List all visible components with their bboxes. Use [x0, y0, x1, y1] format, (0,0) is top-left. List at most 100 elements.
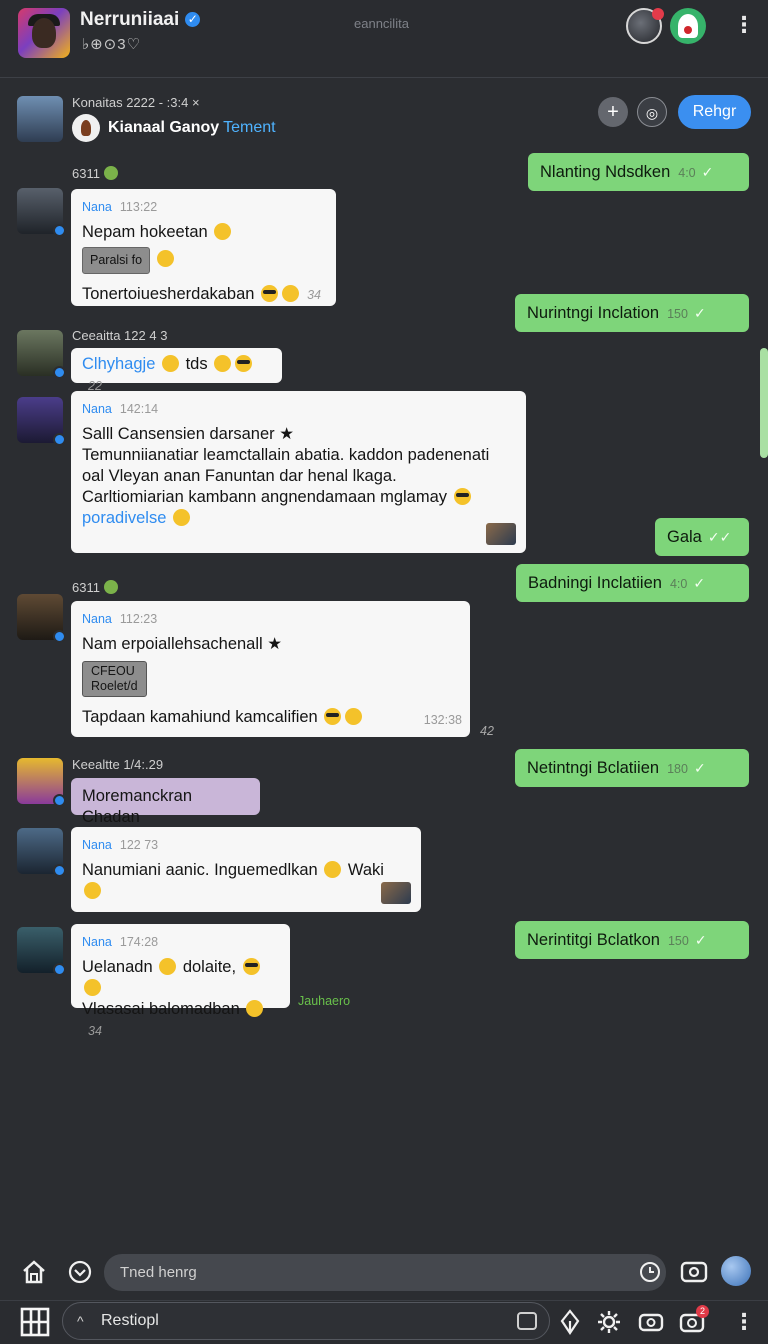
message-time: 112:23 — [119, 612, 158, 626]
message-input[interactable]: Tned henrg — [104, 1254, 666, 1291]
outgoing-text: Netintngi Bclatiien — [527, 759, 660, 777]
message-text: Carltiomiarian kambann angnendamaan mgla… — [82, 488, 448, 506]
outgoing-time: 150 — [667, 307, 688, 321]
tag-line: CFEOU — [91, 664, 135, 678]
date-label: 6311 — [72, 580, 118, 595]
reply-button[interactable]: Rehgr — [678, 95, 751, 129]
verified-icon: ✓ — [185, 12, 201, 27]
grid-icon[interactable] — [18, 1305, 52, 1339]
notification-icon[interactable]: 2 — [677, 1305, 709, 1337]
sender-name[interactable]: Keealtte — [72, 757, 120, 772]
search-input[interactable]: ^ Restiopl — [62, 1302, 550, 1340]
message-time: 1/4:.29 — [123, 757, 164, 772]
sender-avatar[interactable] — [17, 828, 66, 877]
incoming-message[interactable]: Nana 113:22 Nepam hokeetan Paralsi fo Ton… — [71, 189, 336, 306]
message-link[interactable]: Clhyhagje — [82, 355, 155, 373]
globe-icon[interactable] — [721, 1256, 751, 1286]
emoji-icon — [324, 708, 342, 725]
member-avatar[interactable] — [626, 8, 664, 44]
video-icon[interactable] — [636, 1307, 666, 1337]
outgoing-message[interactable]: Nlanting Ndsdken 4:0 ✓ — [528, 153, 749, 191]
sender-name[interactable]: Nana — [82, 838, 112, 852]
message-text: dolaite, — [182, 958, 237, 976]
leaf-icon — [103, 166, 118, 180]
outgoing-message[interactable]: Nurintngi Inclation 150 ✓ — [515, 294, 749, 332]
message-link[interactable]: poradivelse — [82, 509, 166, 527]
group-name-accent: Tement — [223, 119, 276, 136]
message-title: Salll Cansensien darsaner ★ — [82, 425, 294, 443]
message-text: Tonertoiuesherdakaban — [82, 285, 255, 303]
message-time: 122 73 — [119, 838, 159, 852]
outgoing-text: Gala — [667, 528, 702, 546]
member-avatar-ghost[interactable] — [670, 8, 706, 44]
sender-name[interactable]: Nana — [82, 200, 112, 214]
camera-icon[interactable]: ◎ — [637, 97, 667, 127]
message-text: Nepam hokeetan — [82, 223, 208, 241]
check-icon: ✓ — [693, 305, 706, 321]
plus-icon[interactable]: + — [598, 97, 628, 127]
sender-row: Ceeaitta 122 4 3 — [72, 328, 167, 343]
message-tag[interactable]: CFEOU Roelet/d — [82, 661, 147, 697]
pin-icon[interactable] — [556, 1307, 584, 1337]
emoji-icon — [282, 285, 300, 302]
message-stamp: 132:38 — [423, 713, 462, 727]
chat-title-text: Nerruniiaai — [80, 9, 180, 30]
message-text: Waki — [347, 861, 384, 879]
scrollbar[interactable] — [760, 348, 768, 458]
sticker-icon[interactable] — [517, 1312, 537, 1330]
emoji-icon — [161, 355, 179, 372]
sender-name[interactable]: Nana — [82, 402, 112, 416]
photo-icon[interactable] — [678, 1256, 710, 1288]
incoming-message[interactable]: Nana 174:28 Uelanadn dolaite, Vlasasai ba… — [71, 924, 290, 1038]
sender-avatar[interactable] — [17, 330, 66, 379]
settings-icon[interactable] — [594, 1307, 624, 1337]
incoming-message[interactable]: Nana 112:23 Nam erpoiallehsachenall ★ CFE… — [71, 601, 470, 737]
message-text: tds — [185, 355, 208, 373]
message-title: Nam erpoiallehsachenall ★ — [82, 635, 283, 653]
incoming-message[interactable]: Moremanckran Chadan — [71, 778, 260, 826]
date-text: 6311 — [72, 166, 100, 181]
attachment-thumbnail[interactable] — [381, 882, 411, 904]
notification-badge: 2 — [696, 1305, 709, 1318]
sender-name[interactable]: Nana — [82, 612, 112, 626]
message-time: 174:28 — [119, 935, 159, 949]
message-text: Temunniianatiar leamctallain abatia. kad… — [82, 446, 490, 464]
outgoing-message[interactable]: Nerintitgi Bclatkon 150 ✓ — [515, 921, 749, 959]
home-icon[interactable] — [18, 1256, 50, 1288]
incoming-message[interactable]: Nana 142:14 Salll Cansensien darsaner ★ T… — [71, 391, 526, 553]
check-icon: ✓ — [693, 760, 706, 776]
message-stamp: 42 — [480, 724, 494, 738]
group-avatar[interactable] — [17, 96, 63, 142]
sender-avatar[interactable] — [17, 927, 66, 976]
outgoing-message[interactable]: Gala ✓✓ — [655, 518, 749, 556]
clock-icon[interactable] — [636, 1258, 664, 1286]
kebab-icon[interactable]: ⋮ — [733, 14, 755, 36]
more-icon[interactable]: ⋮ — [733, 1311, 755, 1333]
sender-name[interactable]: Nana — [82, 935, 112, 949]
message-tag[interactable]: Paralsi fo — [82, 247, 151, 274]
sender-avatar[interactable] — [17, 758, 66, 807]
sender-avatar[interactable] — [17, 188, 66, 237]
outgoing-text: Nurintngi Inclation — [527, 304, 660, 322]
incoming-message[interactable]: Nana 122 73 Nanumiani aanic. Inguemedlkan… — [71, 827, 421, 912]
chevron-up-icon: ^ — [77, 1313, 84, 1329]
sender-avatar[interactable] — [17, 594, 66, 643]
emoji-icon — [453, 488, 471, 505]
group-name-row[interactable]: Kianaal Ganoy Tement — [72, 114, 276, 142]
outgoing-message[interactable]: Badningi Inclatiien 4:0 ✓ — [516, 564, 749, 602]
sender-avatar[interactable] — [17, 397, 66, 446]
chat-avatar[interactable] — [18, 8, 70, 58]
emoji-icon — [235, 355, 253, 372]
chat-title[interactable]: Nerruniiaai ✓ — [80, 9, 201, 31]
attachment-thumbnail[interactable] — [486, 523, 516, 545]
chevron-down-icon[interactable] — [64, 1256, 96, 1288]
message-text: Moremanckran Chadan — [82, 787, 193, 826]
trailing-label: Jauhaero — [298, 994, 351, 1008]
notification-dot-icon — [652, 8, 664, 20]
sender-name[interactable]: Ceeaitta — [72, 328, 120, 343]
emoji-icon — [242, 958, 260, 975]
outgoing-message[interactable]: Netintngi Bclatiien 180 ✓ — [515, 749, 749, 787]
outgoing-time: 150 — [667, 934, 689, 948]
incoming-message[interactable]: Clhyhagje tds 22 — [71, 348, 282, 393]
tag-line: Roelet/d — [91, 679, 138, 693]
